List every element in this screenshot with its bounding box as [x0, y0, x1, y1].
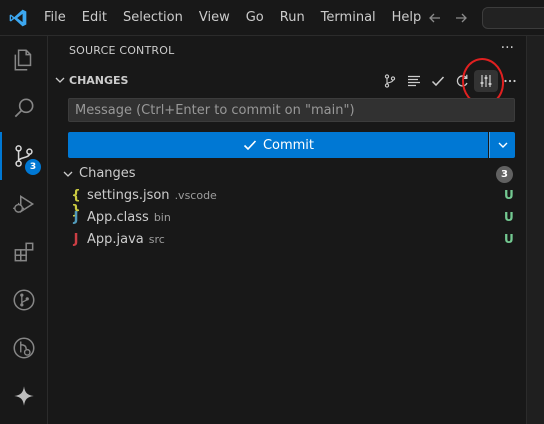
graph-settings-icon[interactable] [474, 70, 498, 92]
editor-area-edge [526, 36, 544, 424]
file-name: App.class bin [87, 210, 171, 225]
changes-group-header[interactable]: Changes 3 [49, 163, 526, 185]
file-name: settings.json .vscode [87, 188, 217, 203]
source-control-badge: 3 [25, 159, 41, 175]
chevron-down-icon [63, 171, 73, 177]
source-control-icon[interactable]: 3 [0, 132, 48, 180]
untracked-status: U [504, 210, 514, 224]
extensions-icon[interactable] [0, 228, 48, 276]
title-bar: File Edit Selection View Go Run Terminal… [0, 0, 544, 36]
file-name: App.java src [87, 232, 165, 247]
section-title: CHANGES [69, 74, 129, 87]
changed-file-row[interactable]: J App.java src U [49, 229, 526, 251]
section-actions [378, 70, 522, 92]
menu-edit[interactable]: Edit [74, 0, 115, 36]
untracked-status: U [504, 232, 514, 246]
source-control-sidebar: SOURCE CONTROL ··· CHANGES Message (Ctrl… [49, 36, 526, 424]
menu-selection[interactable]: Selection [115, 0, 191, 36]
file-dir: src [148, 233, 165, 246]
changed-file-row[interactable]: { } settings.json .vscode U [49, 185, 526, 218]
menu-terminal[interactable]: Terminal [313, 0, 384, 36]
menu-file[interactable]: File [36, 0, 74, 36]
commit-button-label: Commit [262, 137, 315, 153]
commit-message-input[interactable] [68, 98, 515, 122]
list-view-icon[interactable] [402, 70, 426, 92]
changes-group-label: Changes [79, 166, 136, 181]
go-back-arrow-icon[interactable] [427, 10, 443, 26]
untracked-status: U [504, 188, 514, 202]
more-actions-icon[interactable] [498, 70, 522, 92]
changes-count-badge: 3 [496, 166, 513, 183]
copilot-sparkle-icon[interactable] [0, 372, 48, 420]
check-icon [243, 140, 257, 151]
run-and-debug-icon[interactable] [0, 180, 48, 228]
changed-file-row[interactable]: J App.class bin U [49, 207, 526, 229]
menu-view[interactable]: View [191, 0, 238, 36]
menu-bar: File Edit Selection View Go Run Terminal… [36, 0, 429, 36]
java-class-file-icon: J [73, 210, 79, 225]
changes-section-header[interactable]: CHANGES [49, 70, 526, 92]
sidebar-title: SOURCE CONTROL [69, 44, 175, 57]
sidebar-more-actions-icon[interactable]: ··· [501, 40, 514, 56]
command-center-search[interactable] [482, 7, 544, 29]
vscode-logo-icon [8, 8, 28, 28]
activity-bar: 3 [0, 36, 48, 424]
java-file-icon: J [73, 232, 79, 247]
commit-check-icon[interactable] [426, 70, 450, 92]
file-dir: .vscode [174, 189, 217, 202]
menu-help[interactable]: Help [384, 0, 430, 36]
git-graph-icon[interactable] [0, 276, 48, 324]
search-icon[interactable] [0, 84, 48, 132]
commit-button[interactable]: Commit [68, 132, 488, 158]
view-as-tree-icon[interactable] [378, 70, 402, 92]
refresh-icon[interactable] [450, 70, 474, 92]
menu-go[interactable]: Go [238, 0, 272, 36]
chevron-down-icon [498, 142, 507, 148]
file-dir: bin [153, 211, 171, 224]
commit-dropdown-button[interactable] [489, 132, 515, 158]
remote-explorer-icon[interactable] [0, 324, 48, 372]
go-forward-arrow-icon[interactable] [453, 10, 469, 26]
menu-run[interactable]: Run [272, 0, 313, 36]
explorer-files-icon[interactable] [0, 36, 48, 84]
chevron-down-icon [55, 77, 65, 83]
